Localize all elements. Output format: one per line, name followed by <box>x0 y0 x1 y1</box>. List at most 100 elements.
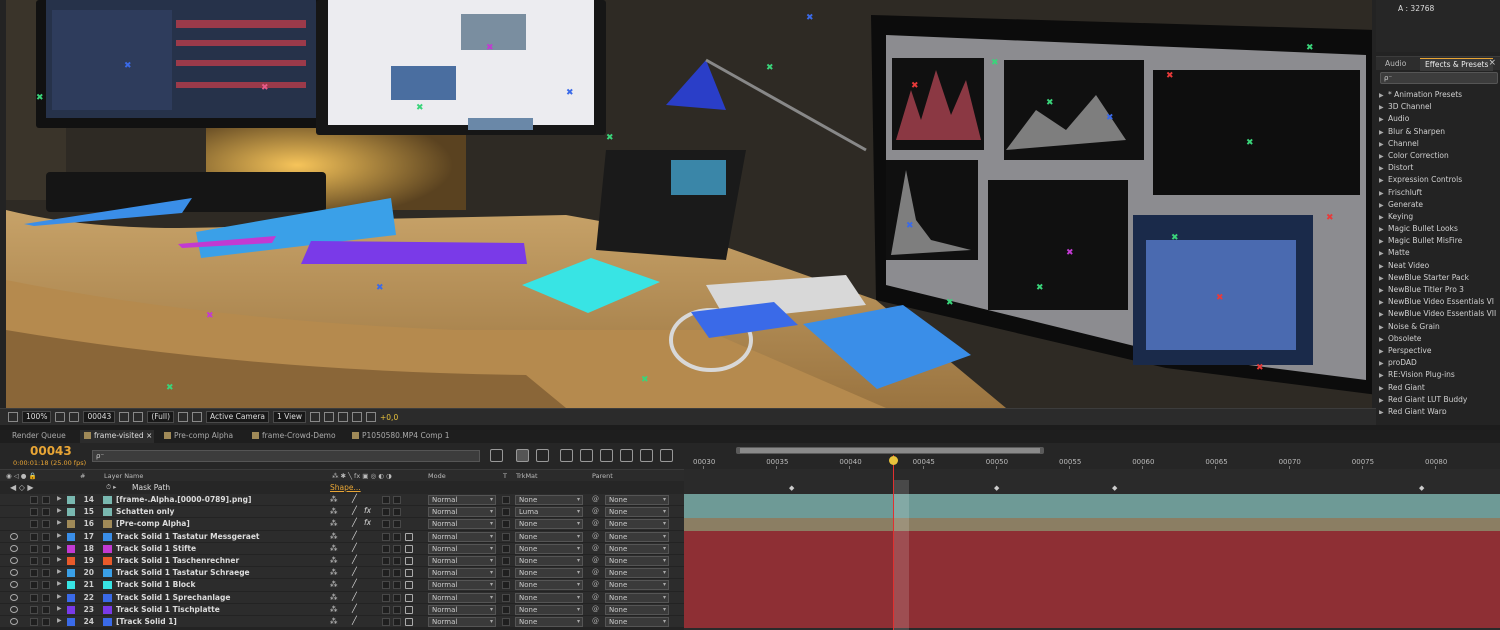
pick-whip-icon[interactable]: @ <box>592 593 599 601</box>
trkmat-select[interactable]: None <box>515 543 583 554</box>
audio-toggle[interactable] <box>30 569 38 578</box>
effects-category-item[interactable]: ▶ Blur & Sharpen <box>1379 126 1500 138</box>
effects-category-item[interactable]: ▶ Channel <box>1379 138 1500 150</box>
layer-name[interactable]: Track Solid 1 Tischplatte <box>116 604 220 616</box>
parent-select[interactable]: None <box>605 568 669 579</box>
audio-toggle[interactable] <box>30 532 38 541</box>
snapshot-icon[interactable] <box>119 412 130 422</box>
trkmat-select[interactable]: None <box>515 531 583 542</box>
pick-whip-icon[interactable]: @ <box>592 617 599 625</box>
trkmat-select[interactable]: None <box>515 556 583 566</box>
shy-switch-icon[interactable]: ⁂ <box>330 544 338 553</box>
3d-layer-icon[interactable] <box>405 557 413 565</box>
motion-blur-icon[interactable] <box>580 449 593 462</box>
parent-select[interactable]: None <box>605 556 669 566</box>
close-icon[interactable]: × <box>1488 58 1496 68</box>
shy-switch-icon[interactable]: ⁂ <box>330 507 338 516</box>
lock-toggle[interactable] <box>42 544 50 553</box>
pick-whip-icon[interactable]: @ <box>592 605 599 613</box>
expand-layer-icon[interactable]: ▶ <box>57 556 62 563</box>
pick-whip-icon[interactable]: @ <box>592 544 599 552</box>
effects-category-item[interactable]: ▶ Audio <box>1379 113 1500 125</box>
expand-arrow-icon[interactable]: ▶ <box>1379 200 1388 212</box>
3d-layer-icon[interactable] <box>405 618 413 626</box>
shy-switch-icon[interactable]: ⁂ <box>330 580 338 589</box>
layer-row[interactable]: ▶ 22 Track Solid 1 Sprechanlage ⁂ ╱ Normal Non… <box>0 591 684 604</box>
lock-toggle[interactable] <box>42 532 50 541</box>
parent-select[interactable]: None <box>605 495 669 505</box>
layer-duration-bar[interactable] <box>684 567 1500 580</box>
layer-row[interactable]: ▶ 21 Track Solid 1 Block ⁂ ╱ Normal None @ None <box>0 579 684 592</box>
expand-layer-icon[interactable]: ▶ <box>57 617 62 624</box>
parent-select[interactable]: None <box>605 543 669 554</box>
layer-duration-bar[interactable] <box>684 579 1500 592</box>
3d-layer-icon[interactable] <box>405 581 413 590</box>
exposure-value[interactable]: +0,0 <box>380 413 398 422</box>
current-time-indicator[interactable] <box>893 455 894 630</box>
expand-arrow-icon[interactable]: ▶ <box>1379 358 1388 370</box>
shy-switch-icon[interactable]: ⁂ <box>330 617 338 626</box>
adjustment-switch[interactable] <box>393 605 401 614</box>
trkmat-select[interactable]: None <box>515 519 583 530</box>
parent-select[interactable]: None <box>605 507 669 518</box>
tab-p1050580-comp[interactable]: P1050580.MP4 Comp 1 <box>348 430 450 443</box>
layer-name[interactable]: [Pre-comp Alpha] <box>116 518 190 530</box>
layer-name[interactable]: Track Solid 1 Taschenrechner <box>116 555 239 567</box>
label-color-swatch[interactable] <box>67 544 75 553</box>
expand-layer-icon[interactable]: ▶ <box>57 495 62 502</box>
mode-select[interactable]: Normal <box>428 617 496 627</box>
mask-path-stopwatch-icon[interactable]: ⏱ ▸ <box>106 483 116 492</box>
exposure-icon[interactable] <box>366 412 376 422</box>
expand-arrow-icon[interactable]: ▶ <box>1379 236 1388 248</box>
label-color-swatch[interactable] <box>67 581 75 590</box>
mode-select[interactable]: Normal <box>428 592 496 603</box>
shy-switch-icon[interactable]: ⁂ <box>330 605 338 614</box>
adjustment-switch[interactable] <box>393 496 401 504</box>
adjustment-switch[interactable] <box>393 581 401 590</box>
label-color-swatch[interactable] <box>67 569 75 578</box>
quality-switch-icon[interactable]: ╱ <box>352 592 357 601</box>
label-color-swatch[interactable] <box>67 593 75 602</box>
layer-name[interactable]: Track Solid 1 Block <box>116 579 195 591</box>
lock-toggle[interactable] <box>42 605 50 614</box>
effects-search-input[interactable]: ρ⁻ <box>1380 72 1498 84</box>
effects-category-item[interactable]: ▶ Red Giant LUT Buddy <box>1379 394 1500 406</box>
trkmat-select[interactable]: None <box>515 604 583 615</box>
timeline-icon[interactable] <box>338 412 348 422</box>
composition-viewer[interactable]: ✖ ✖ ✖ ✖ ✖ ✖ ✖ ✖ ✖ ✖ ✖ ✖ ✖ ✖ ✖ ✖ ✖ ✖ ✖ ✖ <box>6 0 1372 408</box>
3d-layer-icon[interactable] <box>405 605 413 614</box>
resolution-select[interactable]: (Full) <box>147 411 174 423</box>
adjustment-switch[interactable] <box>393 557 401 565</box>
expand-layer-icon[interactable]: ▶ <box>57 568 62 575</box>
expand-layer-icon[interactable]: ▶ <box>57 593 62 600</box>
parent-select[interactable]: None <box>605 531 669 542</box>
adjustment-switch[interactable] <box>393 593 401 602</box>
pick-whip-icon[interactable]: @ <box>592 556 599 564</box>
effects-category-item[interactable]: ▶ NewBlue Titler Pro 3 <box>1379 284 1500 296</box>
adjustment-switch[interactable] <box>393 532 401 541</box>
audio-toggle[interactable] <box>30 618 38 626</box>
layer-name[interactable]: Track Solid 1 Tastatur Schraege <box>116 567 250 579</box>
layer-name[interactable]: [frame-.Alpha.[0000-0789].png] <box>116 494 251 506</box>
toggle-pixel-aspect-icon[interactable] <box>310 412 320 422</box>
effects-category-item[interactable]: ▶ Distort <box>1379 162 1500 174</box>
expand-arrow-icon[interactable]: ▶ <box>1379 151 1388 163</box>
layer-duration-bar[interactable] <box>684 530 1500 543</box>
transparency-grid-icon[interactable] <box>192 412 202 422</box>
mode-select[interactable]: Normal <box>428 604 496 615</box>
pick-whip-icon[interactable]: @ <box>592 519 599 527</box>
layer-row[interactable]: ▶ 16 [Pre-comp Alpha] ⁂ ╱ fx Normal None @ None <box>0 518 684 531</box>
motion-blur-switch[interactable] <box>382 496 390 504</box>
flowchart-icon[interactable] <box>352 412 362 422</box>
motion-blur-switch[interactable] <box>382 557 390 565</box>
shy-switch-icon[interactable]: ⁂ <box>330 519 338 528</box>
quality-switch-icon[interactable]: ╱ <box>352 506 357 515</box>
3d-layer-icon[interactable] <box>405 532 413 541</box>
visibility-eye-icon[interactable] <box>10 532 18 540</box>
visibility-eye-icon[interactable] <box>10 618 18 625</box>
layer-row[interactable]: ▶ 24 [Track Solid 1] ⁂ ╱ Normal None @ None <box>0 616 684 629</box>
parent-select[interactable]: None <box>605 617 669 627</box>
adjustment-switch[interactable] <box>393 520 401 529</box>
quality-switch-icon[interactable]: ╱ <box>352 604 357 613</box>
adjustment-switch[interactable] <box>393 618 401 626</box>
